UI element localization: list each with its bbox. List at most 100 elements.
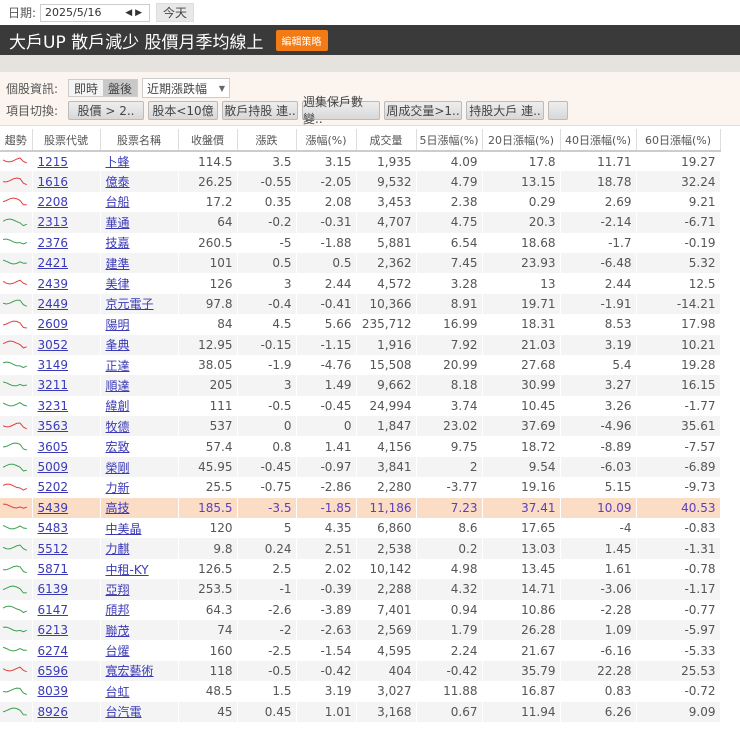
edit-strategy-button[interactable]: 編輯策略 xyxy=(275,29,328,51)
column-header[interactable]: 漲跌 xyxy=(237,129,297,152)
table-row[interactable]: 3211 順達 205 3 1.49 9,662 8.18 30.99 3.27 16.15 xyxy=(0,375,721,396)
item-switch-button[interactable]: 持股大戶 連.. xyxy=(466,100,544,120)
stock-code-link[interactable]: 8926 xyxy=(38,705,69,719)
stock-name-link[interactable]: 宏致 xyxy=(106,440,130,454)
item-switch-button[interactable]: 周成交量>1.. xyxy=(384,100,462,120)
table-row[interactable]: 6213 聯茂 74 -2 -2.63 2,569 1.79 26.28 1.09 -5.97 xyxy=(0,619,721,641)
table-row[interactable]: 5512 力麒 9.8 0.24 2.51 2,538 0.2 13.03 1.45 -1.31 xyxy=(0,538,721,559)
table-row[interactable]: 2376 技嘉 260.5 -5 -1.88 5,881 6.54 18.68 -1.7 -0.1… xyxy=(0,232,721,253)
table-row[interactable]: 3563 牧德 537 0 0 1,847 23.02 37.69 -4.96 35.61 xyxy=(0,416,721,437)
stock-name-link[interactable]: 台燿 xyxy=(106,644,130,658)
stock-name-link[interactable]: 榮剛 xyxy=(106,461,130,475)
stock-code-link[interactable]: 2439 xyxy=(38,277,69,291)
stock-name-link[interactable]: 台汽電 xyxy=(106,705,142,719)
table-row[interactable]: 6147 頎邦 64.3 -2.6 -3.89 7,401 0.94 10.86 -2.28 -0… xyxy=(0,599,721,620)
table-row[interactable]: 6139 亞翔 253.5 -1 -0.39 2,288 4.32 14.71 -3.06 -1.… xyxy=(0,579,721,600)
table-row[interactable]: 8926 台汽電 45 0.45 1.01 3,168 0.67 11.94 6.26 9.09 xyxy=(0,701,721,722)
stock-name-link[interactable]: 順達 xyxy=(106,379,130,393)
item-switch-button[interactable]: 散戶持股 連.. xyxy=(222,100,298,120)
stock-code-link[interactable]: 3211 xyxy=(38,378,69,392)
stock-code-link[interactable]: 2421 xyxy=(38,256,69,270)
table-row[interactable]: 1616 億泰 26.25 -0.55 -2.05 9,532 4.79 13.15 18.78… xyxy=(0,171,721,192)
stock-name-link[interactable]: 中租-KY xyxy=(106,563,149,577)
stock-code-link[interactable]: 5439 xyxy=(38,501,69,515)
item-switch-button[interactable]: 股本<10億 xyxy=(148,100,218,120)
info-dropdown[interactable]: 近期漲跌幅 ▼ xyxy=(142,78,231,98)
table-row[interactable]: 3052 夆典 12.95 -0.15 -1.15 1,916 7.92 21.03 3.19 1… xyxy=(0,334,721,355)
stock-name-link[interactable]: 億泰 xyxy=(106,175,130,189)
stock-code-link[interactable]: 5512 xyxy=(38,542,69,556)
stock-name-link[interactable]: 台虹 xyxy=(106,685,130,699)
stock-code-link[interactable]: 2449 xyxy=(38,297,69,311)
table-row[interactable]: 5483 中美晶 120 5 4.35 6,860 8.6 17.65 -4 -0.83 xyxy=(0,518,721,539)
table-row[interactable]: 3231 緯創 111 -0.5 -0.45 24,994 3.74 10.45 3.26 -1.… xyxy=(0,395,721,417)
stock-code-link[interactable]: 6147 xyxy=(38,603,69,617)
stock-code-link[interactable]: 5009 xyxy=(38,460,69,474)
column-header[interactable]: 20日漲幅(%) xyxy=(482,129,561,152)
afterhours-tab[interactable]: 盤後 xyxy=(103,80,138,96)
stock-code-link[interactable]: 2609 xyxy=(38,317,69,331)
table-row[interactable]: 2313 華通 64 -0.2 -0.31 4,707 4.75 20.3 -2.14 -6.71 xyxy=(0,212,721,233)
column-header[interactable]: 成交量 xyxy=(356,129,417,152)
column-header[interactable]: 趨勢 xyxy=(0,129,33,152)
stock-name-link[interactable]: 正達 xyxy=(106,359,130,373)
stock-name-link[interactable]: 建準 xyxy=(106,257,130,271)
table-row[interactable]: 2449 京元電子 97.8 -0.4 -0.41 10,366 8.91 19.71 -1.9… xyxy=(0,293,721,315)
stock-name-link[interactable]: 寬宏藝術 xyxy=(106,664,154,678)
table-row[interactable]: 3149 正達 38.05 -1.9 -4.76 15,508 20.99 27.68 5.4 1… xyxy=(0,354,721,376)
stock-code-link[interactable]: 2208 xyxy=(38,195,69,209)
stock-code-link[interactable]: 6274 xyxy=(38,644,69,658)
stock-name-link[interactable]: 台船 xyxy=(106,195,130,209)
item-switch-button[interactable]: 週集保戶數變.. xyxy=(302,95,380,126)
stock-name-link[interactable]: 陽明 xyxy=(106,318,130,332)
column-header[interactable]: 股票代號 xyxy=(32,129,101,152)
stock-name-link[interactable]: 力麒 xyxy=(106,542,130,556)
stock-code-link[interactable]: 2313 xyxy=(38,215,69,229)
table-row[interactable]: 3605 宏致 57.4 0.8 1.41 4,156 9.75 18.72 -8.89 -7.5… xyxy=(0,436,721,457)
item-switch-button[interactable]: 股價 > 2.. xyxy=(68,100,144,120)
today-button[interactable]: 今天 xyxy=(156,3,195,22)
stock-name-link[interactable]: 夆典 xyxy=(106,338,130,352)
stock-name-link[interactable]: 亞翔 xyxy=(106,583,130,597)
stock-code-link[interactable]: 8039 xyxy=(38,684,69,698)
stock-code-link[interactable]: 2376 xyxy=(38,236,69,250)
stock-code-link[interactable]: 3052 xyxy=(38,338,69,352)
stock-code-link[interactable]: 6596 xyxy=(38,664,69,678)
column-header[interactable]: 股票名稱 xyxy=(100,129,179,152)
stock-name-link[interactable]: 頎邦 xyxy=(106,603,130,617)
stock-name-link[interactable]: 力新 xyxy=(106,481,130,495)
stock-name-link[interactable]: 高技 xyxy=(106,501,130,515)
date-stepper-icon[interactable]: ◀▶ xyxy=(125,8,145,18)
stock-name-link[interactable]: 美律 xyxy=(106,277,130,291)
stock-name-link[interactable]: 京元電子 xyxy=(106,297,154,311)
table-row[interactable]: 6274 台燿 160 -2.5 -1.54 4,595 2.24 21.67 -6.16 -5.… xyxy=(0,640,721,661)
table-row[interactable]: 2421 建準 101 0.5 0.5 2,362 7.45 23.93 -6.48 5.32 xyxy=(0,252,721,274)
table-row[interactable]: 8039 台虹 48.5 1.5 3.19 3,027 11.88 16.87 0.83 -0.7… xyxy=(0,681,721,702)
realtime-tab[interactable]: 即時 xyxy=(69,80,104,96)
stock-code-link[interactable]: 3231 xyxy=(38,399,69,413)
stock-code-link[interactable]: 3605 xyxy=(38,440,69,454)
table-row[interactable]: 1215 卜蜂 114.5 3.5 3.15 1,935 4.09 17.8 11.71 19.2… xyxy=(0,151,721,172)
column-header[interactable]: 40日漲幅(%) xyxy=(560,129,637,152)
stock-code-link[interactable]: 1616 xyxy=(38,175,69,189)
stock-code-link[interactable]: 6213 xyxy=(38,623,69,637)
stock-name-link[interactable]: 卜蜂 xyxy=(106,155,130,169)
stock-code-link[interactable]: 5483 xyxy=(38,521,69,535)
column-header[interactable]: 漲幅(%) xyxy=(296,129,357,152)
date-input[interactable]: 2025/5/16 ◀▶ xyxy=(40,3,151,22)
table-row[interactable]: 5871 中租-KY 126.5 2.5 2.02 10,142 4.98 13.45 1.61… xyxy=(0,558,721,580)
table-row[interactable]: 5439 高技 185.5 -3.5 -1.85 11,186 7.23 37.41 10.09… xyxy=(0,497,721,519)
stock-name-link[interactable]: 技嘉 xyxy=(106,236,130,250)
stock-code-link[interactable]: 6139 xyxy=(38,582,69,596)
table-row[interactable]: 2439 美律 126 3 2.44 4,572 3.28 13 2.44 12.5 xyxy=(0,273,721,294)
table-row[interactable]: 6596 寬宏藝術 118 -0.5 -0.42 404 -0.42 35.79 22.28 25… xyxy=(0,660,721,682)
column-header[interactable]: 60日漲幅(%) xyxy=(636,129,721,152)
table-row[interactable]: 5009 榮剛 45.95 -0.45 -0.97 3,841 2 9.54 -6.03 -6.8… xyxy=(0,456,721,478)
column-header[interactable]: 收盤價 xyxy=(178,129,238,152)
stock-name-link[interactable]: 聯茂 xyxy=(106,624,130,638)
stock-code-link[interactable]: 1215 xyxy=(38,155,69,169)
stock-name-link[interactable]: 中美晶 xyxy=(106,522,142,536)
stock-name-link[interactable]: 牧德 xyxy=(106,420,130,434)
table-row[interactable]: 2609 陽明 84 4.5 5.66 235,712 16.99 18.31 8.53 17.9… xyxy=(0,314,721,335)
stock-name-link[interactable]: 緯創 xyxy=(106,399,130,413)
